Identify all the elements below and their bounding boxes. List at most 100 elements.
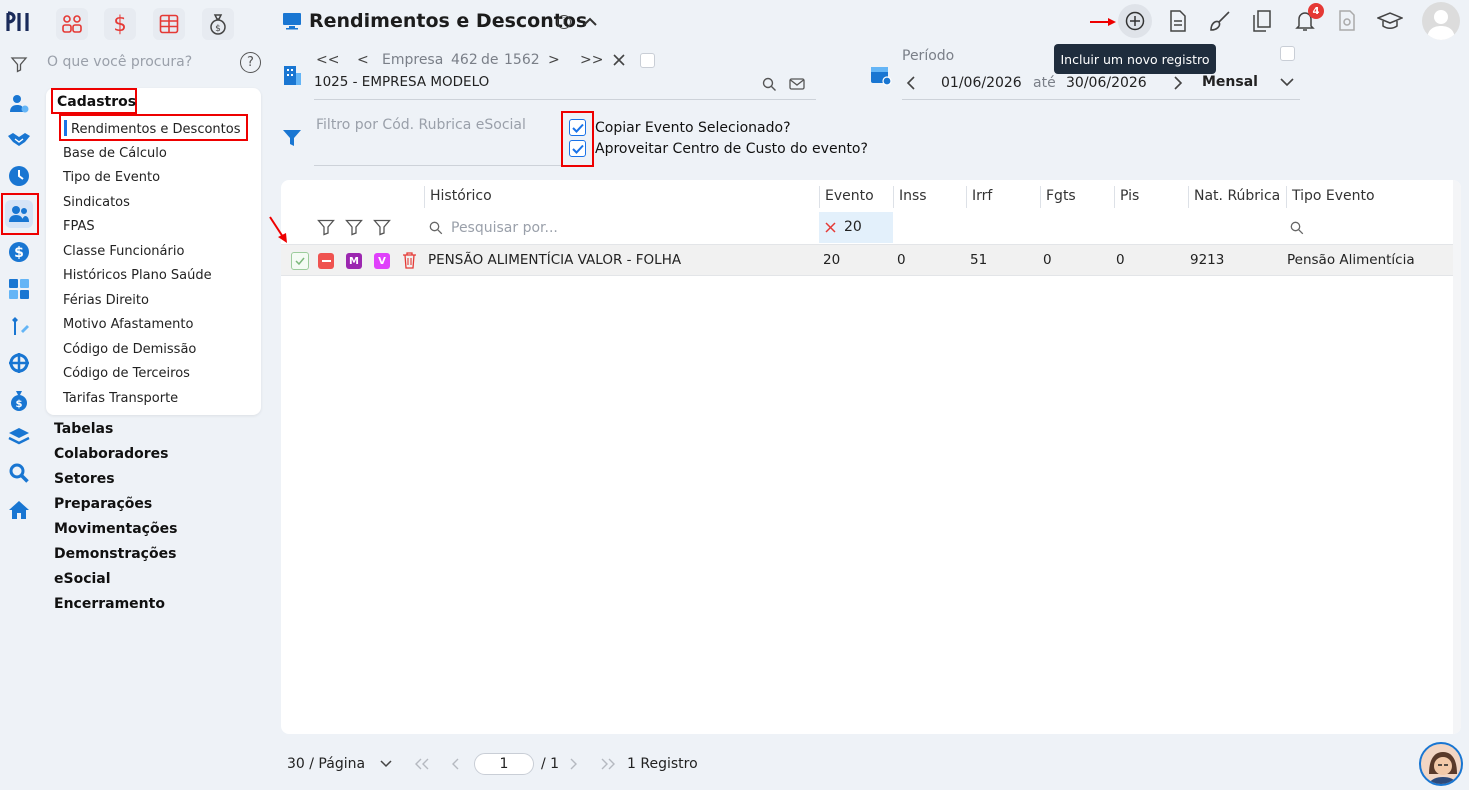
- home-icon[interactable]: [5, 496, 33, 524]
- company-prev-button[interactable]: <: [357, 52, 369, 68]
- submenu-item-rendimentos[interactable]: Rendimentos e Descontos: [59, 114, 248, 141]
- mail-icon[interactable]: [789, 77, 805, 91]
- column-header-pis[interactable]: Pis: [1120, 188, 1139, 204]
- menu-section-preparacoes[interactable]: Preparações: [54, 496, 152, 512]
- handshake-icon[interactable]: [5, 125, 33, 153]
- submenu-item-tarifas-transporte[interactable]: Tarifas Transporte: [63, 391, 178, 406]
- grid-scrollbar[interactable]: [1453, 180, 1461, 734]
- people-group-icon[interactable]: [56, 8, 88, 40]
- column-header-nat-rubrica[interactable]: Nat. Rúbrica: [1194, 188, 1280, 204]
- company-last-button[interactable]: >>: [580, 52, 603, 68]
- layers-icon[interactable]: [5, 422, 33, 450]
- graduation-cap-icon[interactable]: [1376, 8, 1404, 34]
- historico-search-input[interactable]: Pesquisar por...: [451, 220, 558, 236]
- evento-filter-field[interactable]: 20: [819, 212, 893, 243]
- row-v-button[interactable]: V: [374, 253, 390, 269]
- submenu-item-base-calculo[interactable]: Base de Cálculo: [63, 146, 167, 161]
- money-bag-module-icon[interactable]: $: [202, 8, 234, 40]
- add-record-button[interactable]: [1118, 4, 1152, 38]
- copy-event-checkbox[interactable]: [569, 119, 586, 136]
- search-input[interactable]: O que você procura?: [47, 54, 192, 70]
- submenu-item-motivo-afastamento[interactable]: Motivo Afastamento: [63, 317, 193, 332]
- submenu-item-fpas[interactable]: FPAS: [63, 219, 95, 234]
- column-filter-icon[interactable]: [317, 218, 335, 236]
- assistant-avatar[interactable]: [1419, 742, 1463, 786]
- network-icon[interactable]: [5, 349, 33, 377]
- menu-section-demonstracoes[interactable]: Demonstrações: [54, 546, 176, 562]
- document-icon[interactable]: [1166, 8, 1190, 34]
- submenu-item-classe-funcionario[interactable]: Classe Funcionário: [63, 244, 184, 259]
- company-first-button[interactable]: <<: [316, 52, 339, 68]
- prev-page-icon[interactable]: [451, 758, 459, 770]
- info-icon[interactable]: i: [557, 15, 571, 29]
- close-icon[interactable]: [611, 52, 627, 68]
- dollar-module-icon[interactable]: $: [104, 8, 136, 40]
- table-module-icon[interactable]: [153, 8, 185, 40]
- users-icon[interactable]: [5, 200, 33, 228]
- table-row[interactable]: M V PENSÃO ALIMENTÍCIA VALOR - FOLHA 20 …: [281, 244, 1453, 276]
- period-next-icon[interactable]: [1173, 76, 1183, 90]
- period-mode-select[interactable]: Mensal: [1202, 74, 1258, 90]
- menu-section-setores[interactable]: Setores: [54, 471, 115, 487]
- funnel-icon[interactable]: [282, 128, 302, 148]
- chevron-down-icon[interactable]: [380, 760, 392, 768]
- chevron-down-icon[interactable]: [1280, 78, 1294, 87]
- period-prev-icon[interactable]: [906, 76, 916, 90]
- search-icon[interactable]: [1290, 221, 1304, 235]
- column-header-tipo-evento[interactable]: Tipo Evento: [1292, 188, 1375, 204]
- pages-icon[interactable]: [1250, 8, 1274, 34]
- menu-section-movimentacoes[interactable]: Movimentações: [54, 521, 177, 537]
- money-bag-icon[interactable]: $: [5, 386, 33, 414]
- row-remove-button[interactable]: [318, 253, 334, 269]
- clear-filter-icon[interactable]: [825, 222, 836, 233]
- document-search-icon[interactable]: [1336, 8, 1360, 34]
- submenu-item-tipo-evento[interactable]: Tipo de Evento: [63, 170, 160, 185]
- last-page-icon[interactable]: [600, 758, 616, 770]
- company-field[interactable]: 1025 - EMPRESA MODELO: [314, 74, 816, 100]
- column-filter-icon[interactable]: [373, 218, 391, 236]
- people-settings-icon[interactable]: [5, 90, 33, 118]
- column-header-fgts[interactable]: Fgts: [1046, 188, 1076, 204]
- first-page-icon[interactable]: [414, 758, 430, 770]
- page-size-select[interactable]: 30 / Página: [287, 756, 365, 772]
- row-select-checkbox[interactable]: [291, 252, 309, 270]
- submenu-item-codigo-terceiros[interactable]: Código de Terceiros: [63, 366, 190, 381]
- column-header-irrf[interactable]: Irrf: [972, 188, 992, 204]
- column-header-inss[interactable]: Inss: [899, 188, 927, 204]
- column-header-evento[interactable]: Evento: [825, 188, 874, 204]
- period-start-date[interactable]: 01/06/2026: [941, 75, 1022, 91]
- calculator-icon[interactable]: [5, 275, 33, 303]
- submenu-item-codigo-demissao[interactable]: Código de Demissão: [63, 342, 196, 357]
- chevron-up-icon[interactable]: [579, 11, 601, 33]
- period-end-date[interactable]: 30/06/2026: [1066, 75, 1147, 91]
- menu-section-encerramento[interactable]: Encerramento: [54, 596, 165, 612]
- company-checkbox[interactable]: [640, 53, 655, 68]
- period-checkbox[interactable]: [1280, 46, 1295, 61]
- rubrica-filter-input[interactable]: Filtro por Cód. Rubrica eSocial: [314, 112, 562, 166]
- submenu-item-historicos-plano[interactable]: Históricos Plano Saúde: [63, 268, 212, 283]
- next-page-icon[interactable]: [570, 758, 578, 770]
- submenu-item-sindicatos[interactable]: Sindicatos: [63, 195, 130, 210]
- trash-icon[interactable]: [402, 252, 417, 269]
- app-logo[interactable]: [5, 8, 33, 36]
- avatar[interactable]: [1422, 2, 1460, 40]
- page-number-input[interactable]: 1: [474, 753, 534, 775]
- menu-section-tabelas[interactable]: Tabelas: [54, 421, 113, 437]
- magnifier-icon[interactable]: [5, 459, 33, 487]
- search-icon[interactable]: [762, 77, 777, 92]
- tools-icon[interactable]: [5, 312, 33, 340]
- menu-section-esocial[interactable]: eSocial: [54, 571, 111, 587]
- submenu-item-ferias-direito[interactable]: Férias Direito: [63, 293, 149, 308]
- dollar-icon[interactable]: $: [5, 238, 33, 266]
- cost-center-checkbox[interactable]: [569, 140, 586, 157]
- column-filter-icon[interactable]: [345, 218, 363, 236]
- menu-section-cadastros[interactable]: Cadastros: [51, 88, 137, 114]
- help-icon[interactable]: ?: [240, 52, 261, 73]
- broom-icon[interactable]: [1208, 8, 1234, 34]
- filter-icon[interactable]: [5, 50, 33, 78]
- row-m-button[interactable]: M: [346, 253, 362, 269]
- column-header-historico[interactable]: Histórico: [430, 188, 492, 204]
- clock-icon[interactable]: [5, 162, 33, 190]
- company-next-button[interactable]: >: [548, 52, 560, 68]
- menu-section-colaboradores[interactable]: Colaboradores: [54, 446, 169, 462]
